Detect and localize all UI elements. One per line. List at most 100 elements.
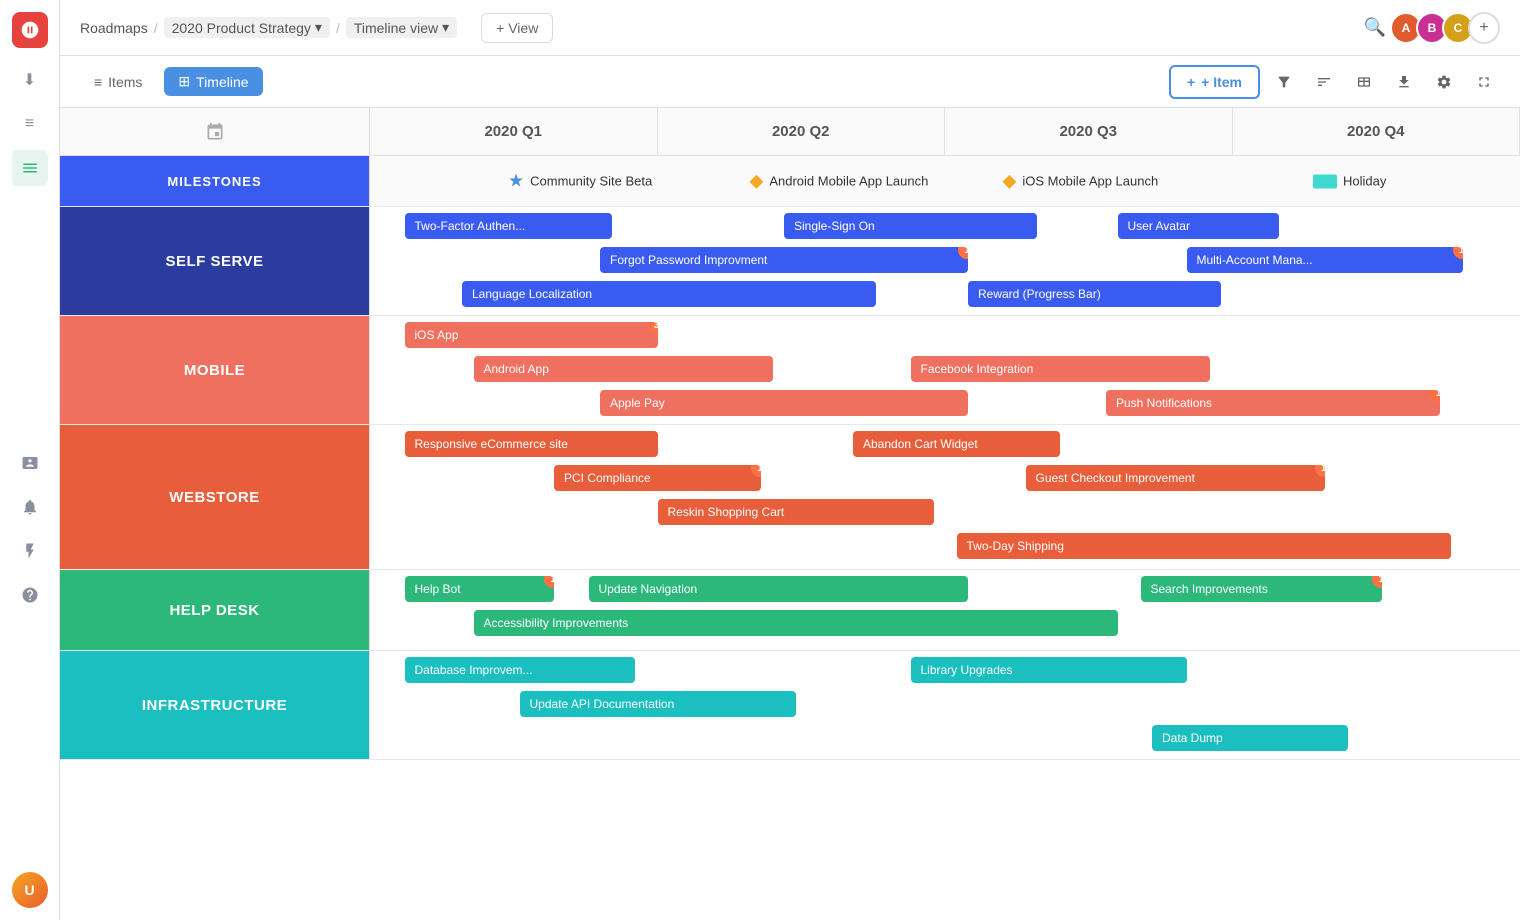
avatars: A B C +	[1396, 12, 1500, 44]
download-icon[interactable]: ⬇	[12, 62, 48, 98]
group-infrastructure: INFRASTRUCTURE Database Improvem... Libr…	[60, 651, 1520, 760]
bar-user-avatar[interactable]: User Avatar	[1118, 213, 1279, 239]
badge-forgot: 1	[958, 247, 968, 259]
group-webstore: WEBSTORE Responsive eCommerce site Aband…	[60, 425, 1520, 570]
bar-abandon-cart[interactable]: Abandon Cart Widget	[853, 431, 1060, 457]
bar-data-dump[interactable]: Data Dump	[1152, 725, 1348, 751]
fullscreen-button[interactable]	[1468, 66, 1500, 98]
plus-icon: +	[1187, 74, 1195, 90]
q1-header: 2020 Q1	[370, 108, 658, 155]
group-bars-mobile: iOS App 3 Android App Facebook Integrati…	[370, 316, 1520, 424]
rect-icon	[1313, 174, 1337, 188]
group-bars-self-serve: Two-Factor Authen... Single-Sign On User…	[370, 207, 1520, 315]
milestone-content: ★ Community Site Beta ◆ Android Mobile A…	[370, 156, 1520, 206]
bar-ecommerce[interactable]: Responsive eCommerce site	[405, 431, 658, 457]
export-button[interactable]	[1388, 66, 1420, 98]
timeline-area: 2020 Q1 2020 Q2 2020 Q3 2020 Q4 MILESTON…	[60, 108, 1520, 920]
list-icon[interactable]: ≡	[12, 106, 48, 142]
topbar-right: 🔍 A B C +	[1364, 12, 1500, 44]
bar-multi-account[interactable]: Multi-Account Mana... 1	[1187, 247, 1463, 273]
bar-facebook[interactable]: Facebook Integration	[911, 356, 1210, 382]
filter-button[interactable]	[1268, 66, 1300, 98]
quarter-cols: 2020 Q1 2020 Q2 2020 Q3 2020 Q4	[370, 108, 1520, 155]
search-icon[interactable]: 🔍	[1364, 17, 1386, 38]
group-label-self-serve: SELF SERVE	[60, 207, 370, 315]
badge-multi: 1	[1453, 247, 1463, 259]
chevron-down-icon: ▾	[315, 19, 322, 36]
tab-timeline[interactable]: ⊞ Timeline	[164, 67, 262, 96]
bar-apple-pay[interactable]: Apple Pay 1	[600, 390, 968, 416]
timeline-container: 2020 Q1 2020 Q2 2020 Q3 2020 Q4 MILESTON…	[60, 108, 1520, 760]
bar-two-factor[interactable]: Two-Factor Authen...	[405, 213, 612, 239]
bar-library[interactable]: Library Upgrades	[911, 657, 1187, 683]
group-label-infrastructure: INFRASTRUCTURE	[60, 651, 370, 759]
bar-forgot-password[interactable]: Forgot Password Improvment 1	[600, 247, 968, 273]
milestone-community[interactable]: ★ Community Site Beta	[508, 171, 652, 192]
bar-push-notif[interactable]: Push Notifications 1	[1106, 390, 1440, 416]
group-label-helpdesk: HELP DESK	[60, 570, 370, 650]
bar-database[interactable]: Database Improvem...	[405, 657, 635, 683]
columns-button[interactable]	[1348, 66, 1380, 98]
quarter-header: 2020 Q1 2020 Q2 2020 Q3 2020 Q4	[60, 108, 1520, 156]
breadcrumb-sep2: /	[336, 20, 340, 36]
timeline-icon: ⊞	[178, 73, 190, 90]
roadmap-icon[interactable]	[12, 150, 48, 186]
q3-header: 2020 Q3	[945, 108, 1233, 155]
bar-language[interactable]: Language Localization	[462, 281, 876, 307]
milestone-label: MILESTONES	[60, 156, 370, 206]
q2-header: 2020 Q2	[658, 108, 946, 155]
milestone-row: MILESTONES ★ Community Site Beta ◆ Andro…	[60, 156, 1520, 207]
milestone-android[interactable]: ◆ Android Mobile App Launch	[750, 171, 929, 192]
group-bars-infrastructure: Database Improvem... Library Upgrades Up…	[370, 651, 1520, 759]
milestone-ios[interactable]: ◆ iOS Mobile App Launch	[1003, 171, 1159, 192]
bar-android-app[interactable]: Android App	[474, 356, 773, 382]
user-avatar[interactable]: U	[12, 872, 48, 908]
topbar: Roadmaps / 2020 Product Strategy ▾ / Tim…	[60, 0, 1520, 56]
app-logo[interactable]	[12, 12, 48, 48]
bell-icon[interactable]	[12, 489, 48, 525]
badge-helpbot: 1	[544, 576, 554, 588]
breadcrumb-view[interactable]: Timeline view ▾	[346, 17, 457, 38]
bar-reskin[interactable]: Reskin Shopping Cart	[658, 499, 934, 525]
bar-help-bot[interactable]: Help Bot 1	[405, 576, 555, 602]
breadcrumb-roadmaps[interactable]: Roadmaps	[80, 20, 148, 36]
add-view-button[interactable]: + View	[481, 13, 553, 43]
bar-update-nav[interactable]: Update Navigation 1	[589, 576, 969, 602]
group-label-webstore: WEBSTORE	[60, 425, 370, 569]
bolt-icon[interactable]	[12, 533, 48, 569]
milestone-holiday[interactable]: Holiday	[1313, 174, 1386, 189]
add-member-button[interactable]: +	[1468, 12, 1500, 44]
bar-ios-app[interactable]: iOS App 3	[405, 322, 658, 348]
bar-guest-checkout[interactable]: Guest Checkout Improvement 1	[1026, 465, 1325, 491]
badge-push: 1	[1430, 390, 1440, 402]
settings-button[interactable]	[1428, 66, 1460, 98]
star-icon: ★	[508, 171, 524, 192]
list-icon: ≡	[94, 74, 102, 90]
badge-pci: 1	[751, 465, 761, 477]
badge-search: 1	[1372, 576, 1382, 588]
bar-pci[interactable]: PCI Compliance 1	[554, 465, 761, 491]
bar-accessibility[interactable]: Accessibility Improvements	[474, 610, 1118, 636]
chevron-down-icon2: ▾	[442, 19, 449, 36]
person-card-icon[interactable]	[12, 445, 48, 481]
group-button[interactable]	[1308, 66, 1340, 98]
help-icon[interactable]	[12, 577, 48, 613]
add-item-button[interactable]: + + Item	[1169, 65, 1260, 99]
q4-header: 2020 Q4	[1233, 108, 1520, 155]
bar-search-improvements[interactable]: Search Improvements 1	[1141, 576, 1383, 602]
diamond-icon: ◆	[750, 171, 764, 192]
group-mobile: MOBILE iOS App 3 Android App Facebook In…	[60, 316, 1520, 425]
diamond-icon2: ◆	[1003, 171, 1017, 192]
tab-items[interactable]: ≡ Items	[80, 68, 156, 96]
bar-api-docs[interactable]: Update API Documentation	[520, 691, 796, 717]
breadcrumb: Roadmaps / 2020 Product Strategy ▾ / Tim…	[80, 17, 457, 38]
breadcrumb-project[interactable]: 2020 Product Strategy ▾	[164, 17, 330, 38]
subtoolbar: ≡ Items ⊞ Timeline + + Item	[60, 56, 1520, 108]
group-helpdesk: HELP DESK Help Bot 1 Update Navigation 1…	[60, 570, 1520, 651]
badge-ios: 3	[648, 322, 658, 334]
bar-two-day[interactable]: Two-Day Shipping	[957, 533, 1452, 559]
bar-single-sign-on[interactable]: Single-Sign On	[784, 213, 1037, 239]
main-content: Roadmaps / 2020 Product Strategy ▾ / Tim…	[60, 0, 1520, 920]
bar-reward[interactable]: Reward (Progress Bar)	[968, 281, 1221, 307]
group-self-serve: SELF SERVE Two-Factor Authen... Single-S…	[60, 207, 1520, 316]
